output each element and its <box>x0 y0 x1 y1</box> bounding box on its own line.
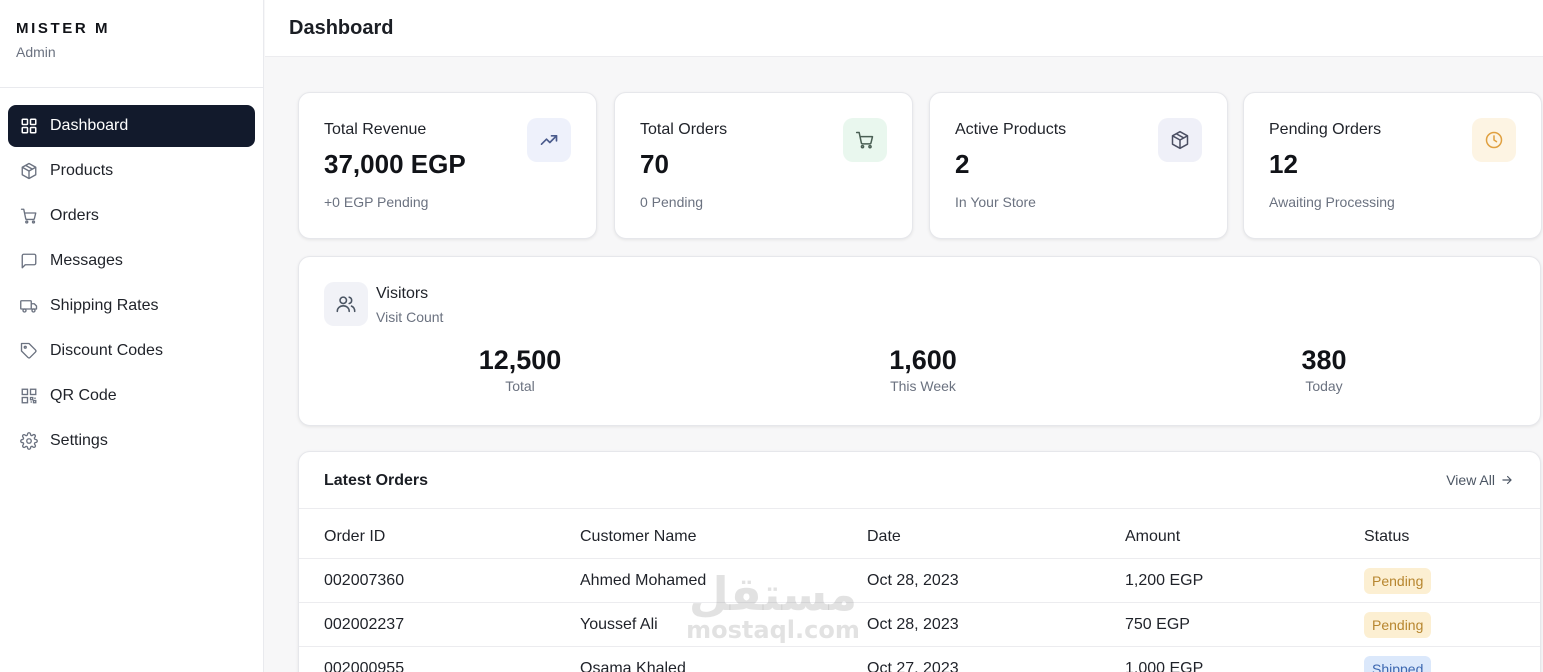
brand-name: MISTER M <box>16 20 111 37</box>
view-all-link[interactable]: View All <box>1446 472 1514 488</box>
table-row[interactable]: 002000955 Osama Khaled Oct 27, 2023 1,00… <box>299 647 1540 672</box>
sidebar-item-qr-code[interactable]: QR Code <box>8 375 255 417</box>
table-header-row: Order ID Customer Name Date Amount Statu… <box>299 515 1540 559</box>
visitors-subtitle: Visit Count <box>376 309 444 325</box>
stat-card-active-products: Active Products 2 In Your Store <box>929 92 1228 239</box>
trending-up-icon <box>527 118 571 162</box>
stat-subtext: In Your Store <box>955 194 1036 210</box>
page-title: Dashboard <box>289 16 394 39</box>
order-id: 002007360 <box>324 572 405 589</box>
sidebar-item-label: Dashboard <box>50 117 129 134</box>
sidebar-item-messages[interactable]: Messages <box>8 240 255 282</box>
visitors-total: 12,500 Total <box>420 345 620 394</box>
visitors-title: Visitors <box>376 285 429 302</box>
sidebar-item-label: Discount Codes <box>50 342 163 359</box>
tag-icon <box>20 342 38 360</box>
sidebar-item-dashboard[interactable]: Dashboard <box>8 105 255 147</box>
order-id: 002000955 <box>324 660 405 672</box>
sidebar-item-shipping-rates[interactable]: Shipping Rates <box>8 285 255 327</box>
order-amount: 1,200 EGP <box>1125 572 1204 589</box>
sidebar-nav: Dashboard Products Orders Messages Shipp… <box>0 88 263 462</box>
sidebar-item-products[interactable]: Products <box>8 150 255 192</box>
order-date: Oct 28, 2023 <box>867 616 959 633</box>
qr-code-icon <box>20 387 38 405</box>
visitors-stat-value: 1,600 <box>889 345 957 375</box>
topbar: Dashboard <box>265 0 1543 57</box>
order-amount: 1,000 EGP <box>1125 660 1204 672</box>
divider <box>299 508 1540 509</box>
stat-subtext: 0 Pending <box>640 194 704 210</box>
sidebar-item-discount-codes[interactable]: Discount Codes <box>8 330 255 372</box>
arrow-right-icon <box>1502 475 1512 485</box>
sidebar-item-orders[interactable]: Orders <box>8 195 255 237</box>
status-badge: Shipped <box>1364 656 1432 672</box>
cart-icon <box>20 207 38 225</box>
visitors-stat-label: Total <box>505 378 535 394</box>
stat-card-total-orders: Total Orders 70 0 Pending <box>614 92 913 239</box>
clock-icon <box>1472 118 1516 162</box>
visitors-stat-label: This Week <box>890 378 956 394</box>
sidebar-item-label: QR Code <box>50 387 117 404</box>
status-badge: Pending <box>1364 568 1432 594</box>
sidebar-item-label: Messages <box>50 252 123 269</box>
customer-name: Youssef Ali <box>580 616 658 633</box>
sidebar-item-label: Settings <box>50 432 108 449</box>
visitors-today: 380 Today <box>1224 345 1424 394</box>
visitors-stat-value: 12,500 <box>478 345 562 375</box>
table-row[interactable]: 002002237 Youssef Ali Oct 28, 2023 750 E… <box>299 603 1540 647</box>
order-date: Oct 27, 2023 <box>867 660 959 672</box>
stat-card-total-revenue: Total Revenue 37,000 EGP +0 EGP Pending <box>298 92 597 239</box>
sidebar-item-label: Products <box>50 162 114 179</box>
column-header-status: Status <box>1364 528 1410 545</box>
grid-icon <box>20 117 38 135</box>
visitors-this-week: 1,600 This Week <box>823 345 1023 394</box>
order-date: Oct 28, 2023 <box>867 572 959 589</box>
visitors-card: Visitors Visit Count 12,500 Total 1,600 … <box>298 256 1541 426</box>
column-header-date: Date <box>867 528 901 545</box>
message-icon <box>20 252 38 270</box>
visitors-stat-value: 380 <box>1301 345 1347 375</box>
order-id: 002002237 <box>324 616 405 633</box>
box-icon <box>20 162 38 180</box>
sidebar-item-settings[interactable]: Settings <box>8 420 255 462</box>
brand-role: Admin <box>16 44 56 60</box>
users-icon <box>324 282 368 326</box>
latest-orders-card: Latest Orders View All Order ID Customer… <box>298 451 1541 672</box>
gear-icon <box>20 432 38 450</box>
visitors-stat-label: Today <box>1305 378 1343 394</box>
sidebar-item-label: Shipping Rates <box>50 297 159 314</box>
latest-orders-title: Latest Orders <box>324 472 429 489</box>
column-header-amount: Amount <box>1125 528 1181 545</box>
status-badge: Pending <box>1364 612 1432 638</box>
stat-subtext: Awaiting Processing <box>1269 194 1395 210</box>
cart-icon <box>843 118 887 162</box>
truck-icon <box>20 297 38 315</box>
box-icon <box>1158 118 1202 162</box>
stat-subtext: +0 EGP Pending <box>324 194 429 210</box>
stat-card-pending-orders: Pending Orders 12 Awaiting Processing <box>1243 92 1542 239</box>
customer-name: Ahmed Mohamed <box>580 572 707 589</box>
table-row[interactable]: 002007360 Ahmed Mohamed Oct 28, 2023 1,2… <box>299 559 1540 603</box>
customer-name: Osama Khaled <box>580 660 686 672</box>
sidebar-item-label: Orders <box>50 207 99 224</box>
column-header-order-id: Order ID <box>324 528 386 545</box>
sidebar: MISTER M Admin Dashboard Products Orders <box>0 0 264 672</box>
column-header-customer-name: Customer Name <box>580 528 697 545</box>
brand: MISTER M Admin <box>0 0 263 88</box>
view-all-label: View All <box>1446 472 1495 488</box>
order-amount: 750 EGP <box>1125 616 1190 633</box>
